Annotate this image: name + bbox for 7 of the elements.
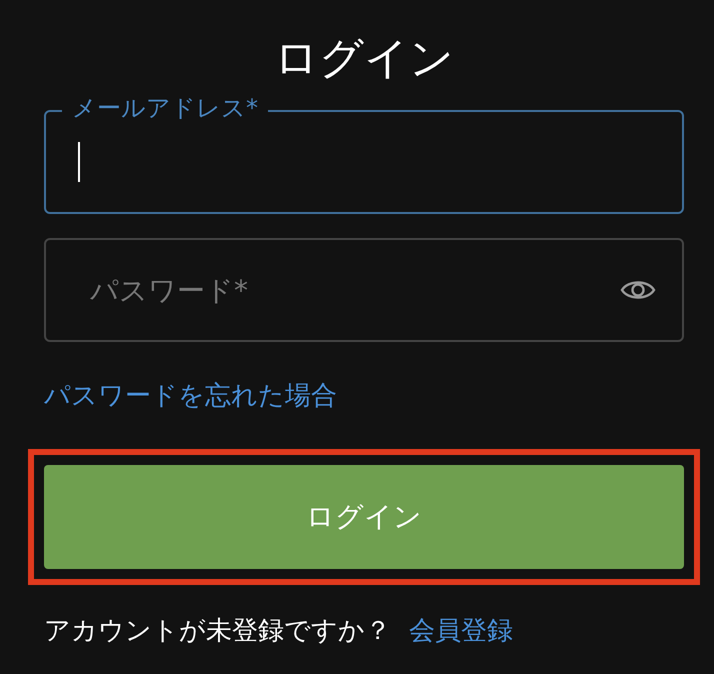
text-caret — [78, 142, 80, 182]
login-button[interactable]: ログイン — [44, 465, 684, 569]
forgot-password-link[interactable]: パスワードを忘れた場合 — [44, 381, 337, 411]
password-field[interactable]: パスワード* — [44, 238, 684, 342]
page-title: ログイン — [273, 32, 455, 86]
signup-link[interactable]: 会員登録 — [409, 613, 513, 648]
signup-prompt: アカウントが未登録ですか？ — [44, 615, 391, 648]
